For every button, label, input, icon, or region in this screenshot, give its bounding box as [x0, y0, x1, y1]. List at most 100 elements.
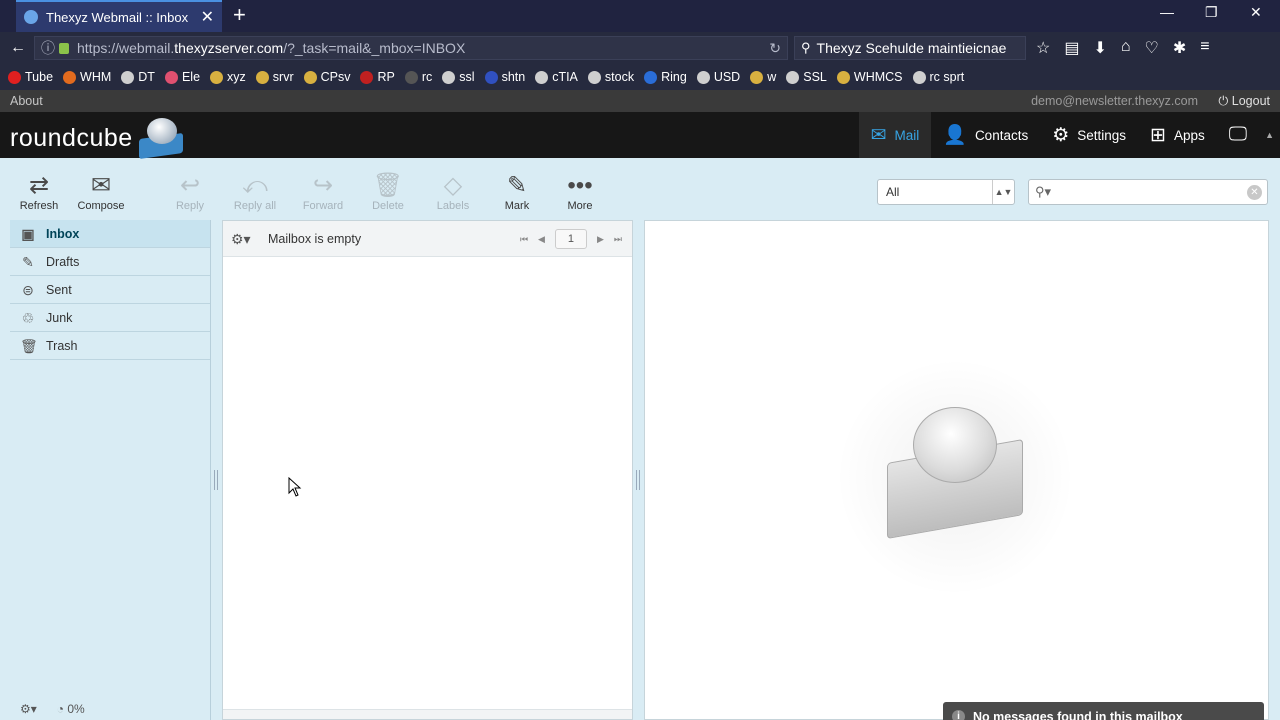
- bookmark-icon: [442, 70, 456, 84]
- bookmark-item[interactable]: SSL: [786, 70, 827, 84]
- more-icon: •••: [567, 172, 593, 199]
- browser-tab[interactable]: Thexyz Webmail :: Inbox ✕: [16, 0, 222, 32]
- lock-icon: [59, 42, 69, 54]
- info-icon: i: [952, 710, 965, 720]
- bookmark-item[interactable]: rc sprt: [912, 70, 964, 84]
- last-page-icon[interactable]: ⏭: [614, 234, 622, 245]
- nav-mail[interactable]: ✉ Mail: [858, 112, 932, 158]
- restore-icon[interactable]: ❐: [1205, 4, 1218, 21]
- bookmark-item[interactable]: srvr: [255, 70, 294, 84]
- bookmark-item[interactable]: shtn: [484, 70, 525, 84]
- pocket-icon[interactable]: ♡: [1145, 38, 1159, 58]
- bookmark-icon: [303, 70, 317, 84]
- search-icon[interactable]: ⚲▾: [1035, 184, 1051, 200]
- compose-button[interactable]: ✉ Compose: [71, 172, 131, 212]
- forward-button[interactable]: ↪ Forward: [293, 172, 353, 212]
- star-icon[interactable]: ☆: [1036, 38, 1050, 58]
- bookmark-item[interactable]: Ele: [164, 70, 200, 84]
- folder-inbox[interactable]: ▣ Inbox: [10, 220, 210, 248]
- message-list-footer: [223, 709, 632, 719]
- next-page-icon[interactable]: ▶: [597, 234, 604, 245]
- bookmark-item[interactable]: cTIA: [535, 70, 578, 84]
- mouse-cursor-icon: [288, 477, 302, 497]
- bookmark-item[interactable]: w: [750, 70, 776, 84]
- nav-contacts[interactable]: 👤 Contacts: [931, 112, 1040, 158]
- bookmark-item[interactable]: RP: [360, 70, 395, 84]
- nav-display[interactable]: 🖵: [1217, 112, 1259, 158]
- bookmark-item[interactable]: WHM: [63, 70, 111, 84]
- minimize-icon[interactable]: —: [1160, 4, 1174, 20]
- menu-icon[interactable]: ≡: [1200, 38, 1209, 58]
- preview-pane: [644, 220, 1269, 720]
- bookmark-item[interactable]: USD: [696, 70, 740, 84]
- folder-trash[interactable]: 🗑 Trash: [10, 332, 210, 360]
- pager: ⏮ ◀ 1 ▶ ⏭: [520, 229, 622, 249]
- logout-button[interactable]: ⏻ Logout: [1218, 94, 1270, 109]
- first-page-icon[interactable]: ⏮: [520, 234, 528, 245]
- bookmark-item[interactable]: Tube: [8, 70, 53, 84]
- reply-all-button[interactable]: ⤺ Reply all: [225, 172, 285, 212]
- folder-drafts[interactable]: ✎ Drafts: [10, 248, 210, 276]
- bookmark-item[interactable]: xyz: [210, 70, 246, 84]
- about-link[interactable]: About: [10, 94, 43, 108]
- close-tab-icon[interactable]: ✕: [201, 7, 214, 27]
- download-icon[interactable]: ⬇: [1093, 38, 1106, 58]
- compose-icon: ✉: [90, 172, 112, 199]
- list-options-gear-icon[interactable]: ⚙▾: [231, 231, 251, 248]
- bookmark-item[interactable]: DT: [121, 70, 155, 84]
- more-button[interactable]: ••• More: [550, 172, 610, 212]
- reading-list-icon[interactable]: ▤: [1064, 38, 1079, 58]
- bookmark-icon: [121, 70, 135, 84]
- url-text: https://webmail.thexyzserver.com/?_task=…: [77, 40, 466, 56]
- folder-splitter[interactable]: [214, 470, 218, 490]
- user-email: demo@newsletter.thexyz.com: [1031, 94, 1198, 108]
- mark-button[interactable]: ✎ Mark: [487, 172, 547, 212]
- folder-sent[interactable]: ⊜ Sent: [10, 276, 210, 304]
- labels-button[interactable]: ◇ Labels: [423, 172, 483, 212]
- page-number[interactable]: 1: [554, 229, 587, 249]
- prev-page-icon[interactable]: ◀: [538, 234, 545, 245]
- search-input[interactable]: ⚲▾ ✕: [1028, 179, 1268, 205]
- bookmark-icon: [164, 70, 178, 84]
- bookmark-item[interactable]: ssl: [442, 70, 475, 84]
- power-icon: ⏻: [1218, 94, 1229, 108]
- refresh-icon: ⇄: [28, 172, 50, 199]
- reply-button[interactable]: ↩ Reply: [160, 172, 220, 212]
- folder-actions-gear-icon[interactable]: ⚙▾: [20, 702, 37, 716]
- reload-icon[interactable]: ↻: [769, 40, 781, 57]
- back-arrow-icon[interactable]: ←: [10, 39, 26, 57]
- bookmark-item[interactable]: Ring: [644, 70, 687, 84]
- nav-collapse[interactable]: ▲: [1259, 112, 1280, 158]
- mail-icon: ✉: [870, 124, 887, 146]
- bookmark-item[interactable]: rc: [404, 70, 432, 84]
- nav-settings[interactable]: ⚙ Settings: [1040, 112, 1138, 158]
- browser-search-bar[interactable]: ⚲ Thexyz Scehulde maintieicnae: [794, 36, 1026, 60]
- select-arrows-icon: ▲▼: [992, 180, 1014, 204]
- filter-select[interactable]: All ▲▼: [877, 179, 1015, 205]
- window-close-icon[interactable]: ✕: [1250, 4, 1262, 21]
- new-tab-button[interactable]: +: [233, 4, 246, 26]
- message-count: Mailbox is empty: [268, 232, 362, 246]
- bookmark-item[interactable]: WHMCS: [836, 70, 903, 84]
- nav-apps[interactable]: ⊞ Apps: [1138, 112, 1217, 158]
- message-list: ⚙▾ Mailbox is empty ⏮ ◀ 1 ▶ ⏭: [222, 220, 633, 720]
- delete-button[interactable]: 🗑 Delete: [358, 172, 418, 212]
- clear-search-icon[interactable]: ✕: [1247, 185, 1262, 200]
- home-icon[interactable]: ⌂: [1121, 38, 1131, 58]
- browser-search-text: Thexyz Scehulde maintieicnae: [816, 40, 1007, 56]
- extension-icon[interactable]: ✱: [1173, 38, 1186, 58]
- bookmark-icon: [587, 70, 601, 84]
- app-header: roundcube ✉ Mail 👤 Contacts ⚙ Settings ⊞ App…: [0, 112, 1280, 160]
- bookmark-item[interactable]: CPsv: [303, 70, 350, 84]
- bookmark-icon: [8, 70, 21, 84]
- notification-message[interactable]: i No messages found in this mailbox: [943, 702, 1264, 720]
- bookmark-icon: [836, 70, 850, 84]
- refresh-button[interactable]: ⇄ Refresh: [9, 172, 69, 212]
- preview-splitter[interactable]: [636, 470, 640, 490]
- roundcube-logo[interactable]: roundcube: [10, 118, 183, 160]
- url-bar[interactable]: ⓘ https://webmail.thexyzserver.com/?_tas…: [34, 36, 788, 60]
- trash-icon: 🗑: [20, 338, 38, 354]
- info-icon[interactable]: ⓘ: [41, 38, 55, 58]
- bookmark-item[interactable]: stock: [587, 70, 634, 84]
- folder-junk[interactable]: ♲ Junk: [10, 304, 210, 332]
